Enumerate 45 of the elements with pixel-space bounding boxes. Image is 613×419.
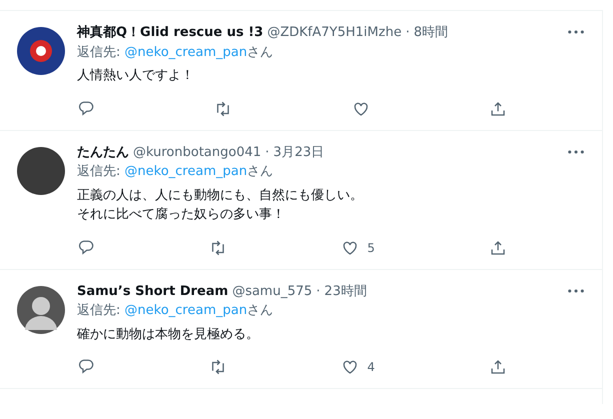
reply-button[interactable] (77, 100, 95, 118)
reply-to-line: 返信先: @neko_cream_panさん (77, 44, 274, 62)
user-handle[interactable]: @kuronbotango041 (133, 142, 262, 162)
reply-to-line: 返信先: @neko_cream_panさん (77, 302, 274, 320)
timestamp[interactable]: 3月23日 (273, 142, 324, 162)
avatar-silhouette[interactable] (17, 286, 65, 334)
like-count: 5 (367, 240, 375, 256)
reply-button[interactable] (77, 358, 95, 376)
user-name[interactable]: 神真都Q！Glid rescue us !3 (77, 23, 264, 42)
reply-button[interactable] (77, 238, 95, 256)
like-count: 4 (367, 359, 375, 376)
share-button[interactable] (488, 358, 507, 376)
share-icon (488, 358, 507, 376)
share-icon (488, 238, 507, 256)
heart-icon (352, 100, 370, 118)
logo-avatar[interactable] (17, 27, 65, 75)
heart-icon (341, 358, 360, 376)
photo-placeholder[interactable] (17, 146, 65, 194)
like-button[interactable] (352, 100, 370, 118)
more-icon (567, 288, 585, 294)
reply-icon (77, 358, 95, 376)
tweet-text: 正義の人は、人にも動物にも、自然にも優しい。 (77, 186, 363, 204)
reply-icon (77, 238, 95, 256)
reply-to-line: 返信先: @neko_cream_panさん (77, 163, 274, 181)
more-icon (567, 148, 585, 155)
user-name[interactable]: たんたん (77, 142, 129, 162)
like-button[interactable]: 4 (341, 358, 375, 376)
timestamp[interactable]: 8時間 (414, 23, 448, 42)
separator-dot: · (265, 144, 270, 162)
tweet-text: 確かに動物は本物を見極める。 (77, 326, 259, 344)
tweet-text: それに比べて腐った奴らの多い事！ (77, 206, 285, 224)
tweet-text: 人情熱い人ですよ！ (77, 67, 194, 85)
separator-dot: · (406, 24, 410, 42)
heart-icon (341, 238, 360, 256)
share-button[interactable] (488, 238, 507, 256)
like-button[interactable]: 5 (341, 238, 375, 256)
more-icon (567, 29, 585, 36)
user-handle[interactable]: @samu_575 (232, 282, 312, 301)
share-icon (488, 100, 507, 118)
reply-icon (77, 100, 95, 118)
separator-dot: · (316, 282, 320, 300)
user-name[interactable]: Samu’s Short Dream (77, 282, 228, 301)
user-handle[interactable]: @ZDKfA7Y5H1iMzhe (267, 23, 402, 42)
share-button[interactable] (488, 100, 507, 118)
timestamp[interactable]: 23時間 (324, 282, 367, 301)
